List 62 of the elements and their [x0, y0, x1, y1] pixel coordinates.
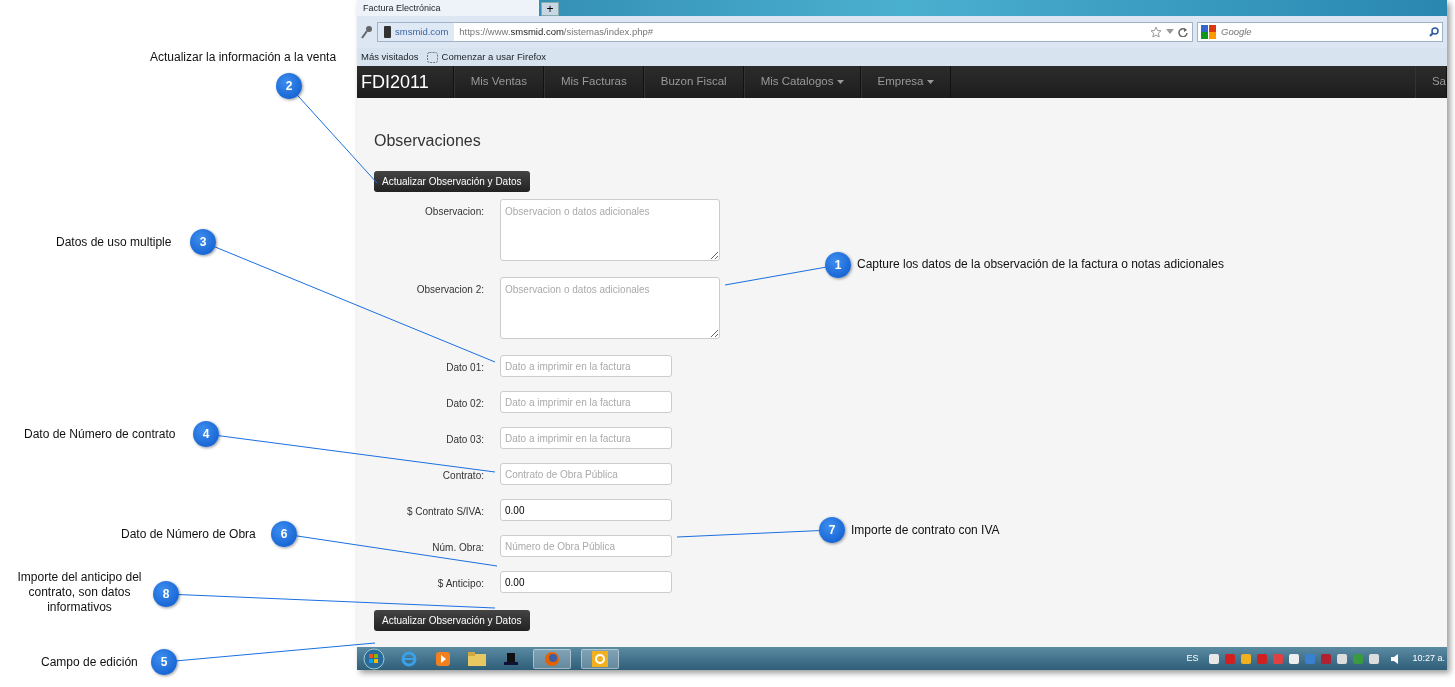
- text-area[interactable]: Observacion o datos adicionales: [500, 277, 720, 340]
- bookmark-link[interactable]: Comenzar a usar Firefox: [426, 49, 547, 65]
- fox-globe-icon[interactable]: [533, 648, 571, 669]
- page-heading: Observaciones: [374, 131, 482, 151]
- input-field[interactable]: Dato a imprimir en la factura: [500, 391, 672, 414]
- search-field[interactable]: Google: [1197, 22, 1443, 42]
- new-tab-button[interactable]: +: [541, 2, 559, 16]
- page-icon: [426, 51, 438, 63]
- star-icon[interactable]: [1150, 26, 1162, 38]
- tray-icon[interactable]: [1240, 652, 1253, 665]
- clock-text[interactable]: 10:27 a.: [1412, 651, 1445, 666]
- tray-icon[interactable]: [1288, 652, 1301, 665]
- tray-icon[interactable]: [1208, 652, 1221, 665]
- url-text: https://www.smsmid.com/sistemas/index.php#: [458, 24, 655, 39]
- field-label: Dato 02:: [445, 397, 484, 412]
- callout-text: Importe del anticipo del contrato, son datos informativos: [16, 570, 143, 615]
- input-field[interactable]: 0.00: [500, 499, 672, 522]
- google-logo-icon: [1201, 25, 1217, 39]
- phone-icon: [384, 26, 391, 38]
- update-button[interactable]: Actualizar Observación y Datos: [374, 610, 530, 632]
- callout-number: 2: [276, 73, 302, 99]
- bookmark-link[interactable]: Más visitados: [361, 49, 419, 65]
- field-label: Observacion 2:: [415, 283, 484, 298]
- caret-icon: [836, 80, 844, 84]
- field-label: Dato 01:: [445, 361, 484, 376]
- address-bar[interactable]: smsmid.com https://www.smsmid.com/sistemas/index.php#: [377, 22, 1193, 42]
- callout-text: Importe de contrato con IVA: [851, 523, 1000, 538]
- search-icon[interactable]: [1429, 27, 1439, 37]
- start-orb-icon[interactable]: [361, 647, 387, 670]
- callout-text: Datos de uso multiple: [56, 235, 172, 250]
- callout-text: Dato de Número de Obra: [121, 527, 256, 542]
- callout-text: Actualizar la información a la venta: [150, 50, 337, 65]
- input-field[interactable]: 0.00: [500, 571, 672, 594]
- reload-icon[interactable]: [1178, 27, 1188, 37]
- callout-text: Campo de edición: [41, 655, 138, 670]
- field-label: Contrato:: [441, 469, 484, 484]
- field-label: $ Anticipo:: [436, 577, 484, 592]
- callout-number: 3: [190, 229, 216, 255]
- tray-icon[interactable]: [1336, 652, 1349, 665]
- key-icon: [361, 25, 373, 39]
- input-field[interactable]: Número de Obra Pública: [500, 535, 672, 558]
- language-indicator[interactable]: ES: [1186, 651, 1199, 666]
- callout-number: 4: [193, 421, 219, 447]
- field-label: Núm. Obra:: [431, 541, 484, 556]
- input-field[interactable]: Dato a imprimir en la factura: [500, 355, 672, 378]
- callout-number: 6: [271, 521, 297, 547]
- field-label: $ Contrato S/IVA:: [405, 505, 484, 520]
- text-area[interactable]: Observacion o datos adicionales: [500, 199, 720, 262]
- callout-text: Capture los datos de la observación de la factura o notas adicionales: [857, 257, 1224, 272]
- callout-number: 8: [153, 581, 179, 607]
- input-field[interactable]: Dato a imprimir en la factura: [500, 427, 672, 450]
- callout-text: Dato de Número de contrato: [24, 427, 176, 442]
- input-field[interactable]: Contrato de Obra Pública: [500, 463, 672, 486]
- field-label: Observacion:: [424, 205, 484, 220]
- caret-icon: [926, 80, 934, 84]
- update-button[interactable]: Actualizar Observación y Datos: [374, 171, 530, 193]
- callout-number: 5: [151, 649, 177, 675]
- letter-o-icon[interactable]: [581, 648, 619, 669]
- browser-tab[interactable]: Factura Electrónica: [357, 0, 539, 16]
- dropdown-icon[interactable]: [1166, 29, 1174, 35]
- field-label: Dato 03:: [445, 433, 484, 448]
- tray-icon[interactable]: [1368, 652, 1381, 665]
